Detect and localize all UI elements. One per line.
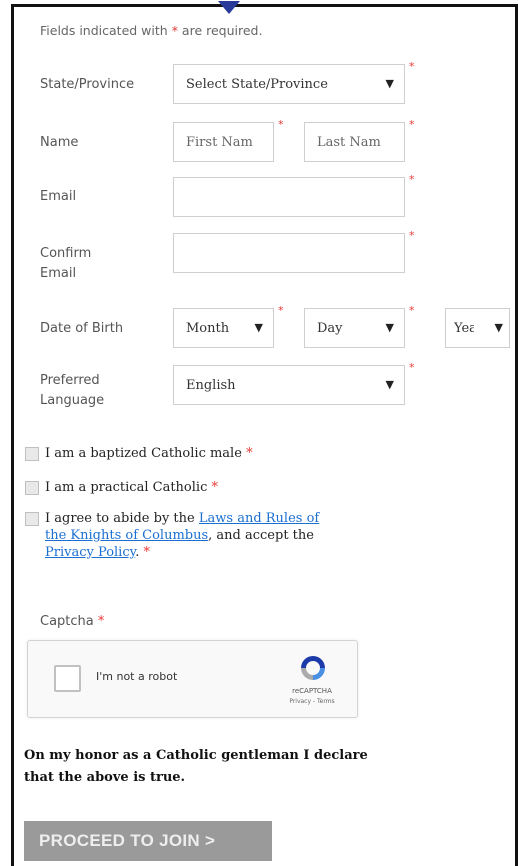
recaptcha-widget: I'm not a robot reCAPTCHA Privacy - Term… <box>27 640 358 718</box>
required-asterisk: * <box>278 118 284 131</box>
captcha-label: Captcha * <box>40 614 105 629</box>
email-input[interactable] <box>173 177 405 217</box>
laws-rules-link[interactable]: Laws and Rules of <box>199 511 319 526</box>
language-select[interactable]: English ▼ <box>173 365 405 405</box>
dob-label: Date of Birth <box>40 321 124 336</box>
state-select[interactable]: Select State/Province ▼ <box>173 64 405 104</box>
arrow-down-icon <box>218 1 240 14</box>
required-asterisk: * <box>278 304 284 317</box>
practical-catholic-label: I am a practical Catholic * <box>45 480 218 495</box>
dob-month-select[interactable]: Month ▼ <box>173 308 274 348</box>
caret-down-icon: ▼ <box>385 321 394 334</box>
required-asterisk: * <box>409 118 415 131</box>
recaptcha-text: I'm not a robot <box>96 670 178 683</box>
caret-down-icon: ▼ <box>385 77 394 90</box>
catholic-male-checkbox[interactable] <box>25 447 39 461</box>
required-asterisk: * <box>409 60 415 73</box>
practical-catholic-checkbox[interactable] <box>25 481 39 495</box>
dob-day-select[interactable]: Day ▼ <box>304 308 405 348</box>
recaptcha-terms[interactable]: Privacy - Terms <box>272 698 352 705</box>
name-label: Name <box>40 135 79 150</box>
state-label: State/Province <box>40 77 135 92</box>
agree-label: I agree to abide by the Laws and Rules o… <box>45 511 320 560</box>
recaptcha-brand: reCAPTCHA <box>292 687 332 695</box>
caret-down-icon: ▼ <box>254 321 263 334</box>
required-asterisk: * <box>409 229 415 242</box>
recaptcha-logo-icon <box>298 653 328 687</box>
caret-down-icon: ▼ <box>494 321 503 334</box>
confirm-email-input[interactable] <box>173 233 405 273</box>
last-name-input[interactable]: Last Nam <box>304 122 405 162</box>
honor-statement: On my honor as a Catholic gentleman I de… <box>24 748 368 785</box>
required-asterisk: * <box>409 361 415 374</box>
required-asterisk: * <box>409 173 415 186</box>
knights-of-columbus-link[interactable]: the Knights of Columbus <box>45 528 208 543</box>
required-asterisk: * <box>409 304 415 317</box>
caret-down-icon: ▼ <box>385 378 394 391</box>
required-asterisk: * <box>171 23 178 38</box>
dob-year-select[interactable]: Yea ▼ <box>445 308 510 348</box>
agree-checkbox[interactable] <box>25 512 39 526</box>
confirm-email-label: Confirm Email <box>40 246 92 281</box>
email-label: Email <box>40 189 77 204</box>
privacy-policy-link[interactable]: Privacy Policy <box>45 545 135 560</box>
recaptcha-checkbox[interactable] <box>54 665 81 692</box>
required-note: Fields indicated with * are required. <box>40 23 263 38</box>
first-name-input[interactable]: First Nam <box>173 122 274 162</box>
catholic-male-label: I am a baptized Catholic male * <box>45 446 253 461</box>
proceed-to-join-button[interactable]: PROCEED TO JOIN > <box>24 821 272 861</box>
language-label: Preferred Language <box>40 373 105 408</box>
